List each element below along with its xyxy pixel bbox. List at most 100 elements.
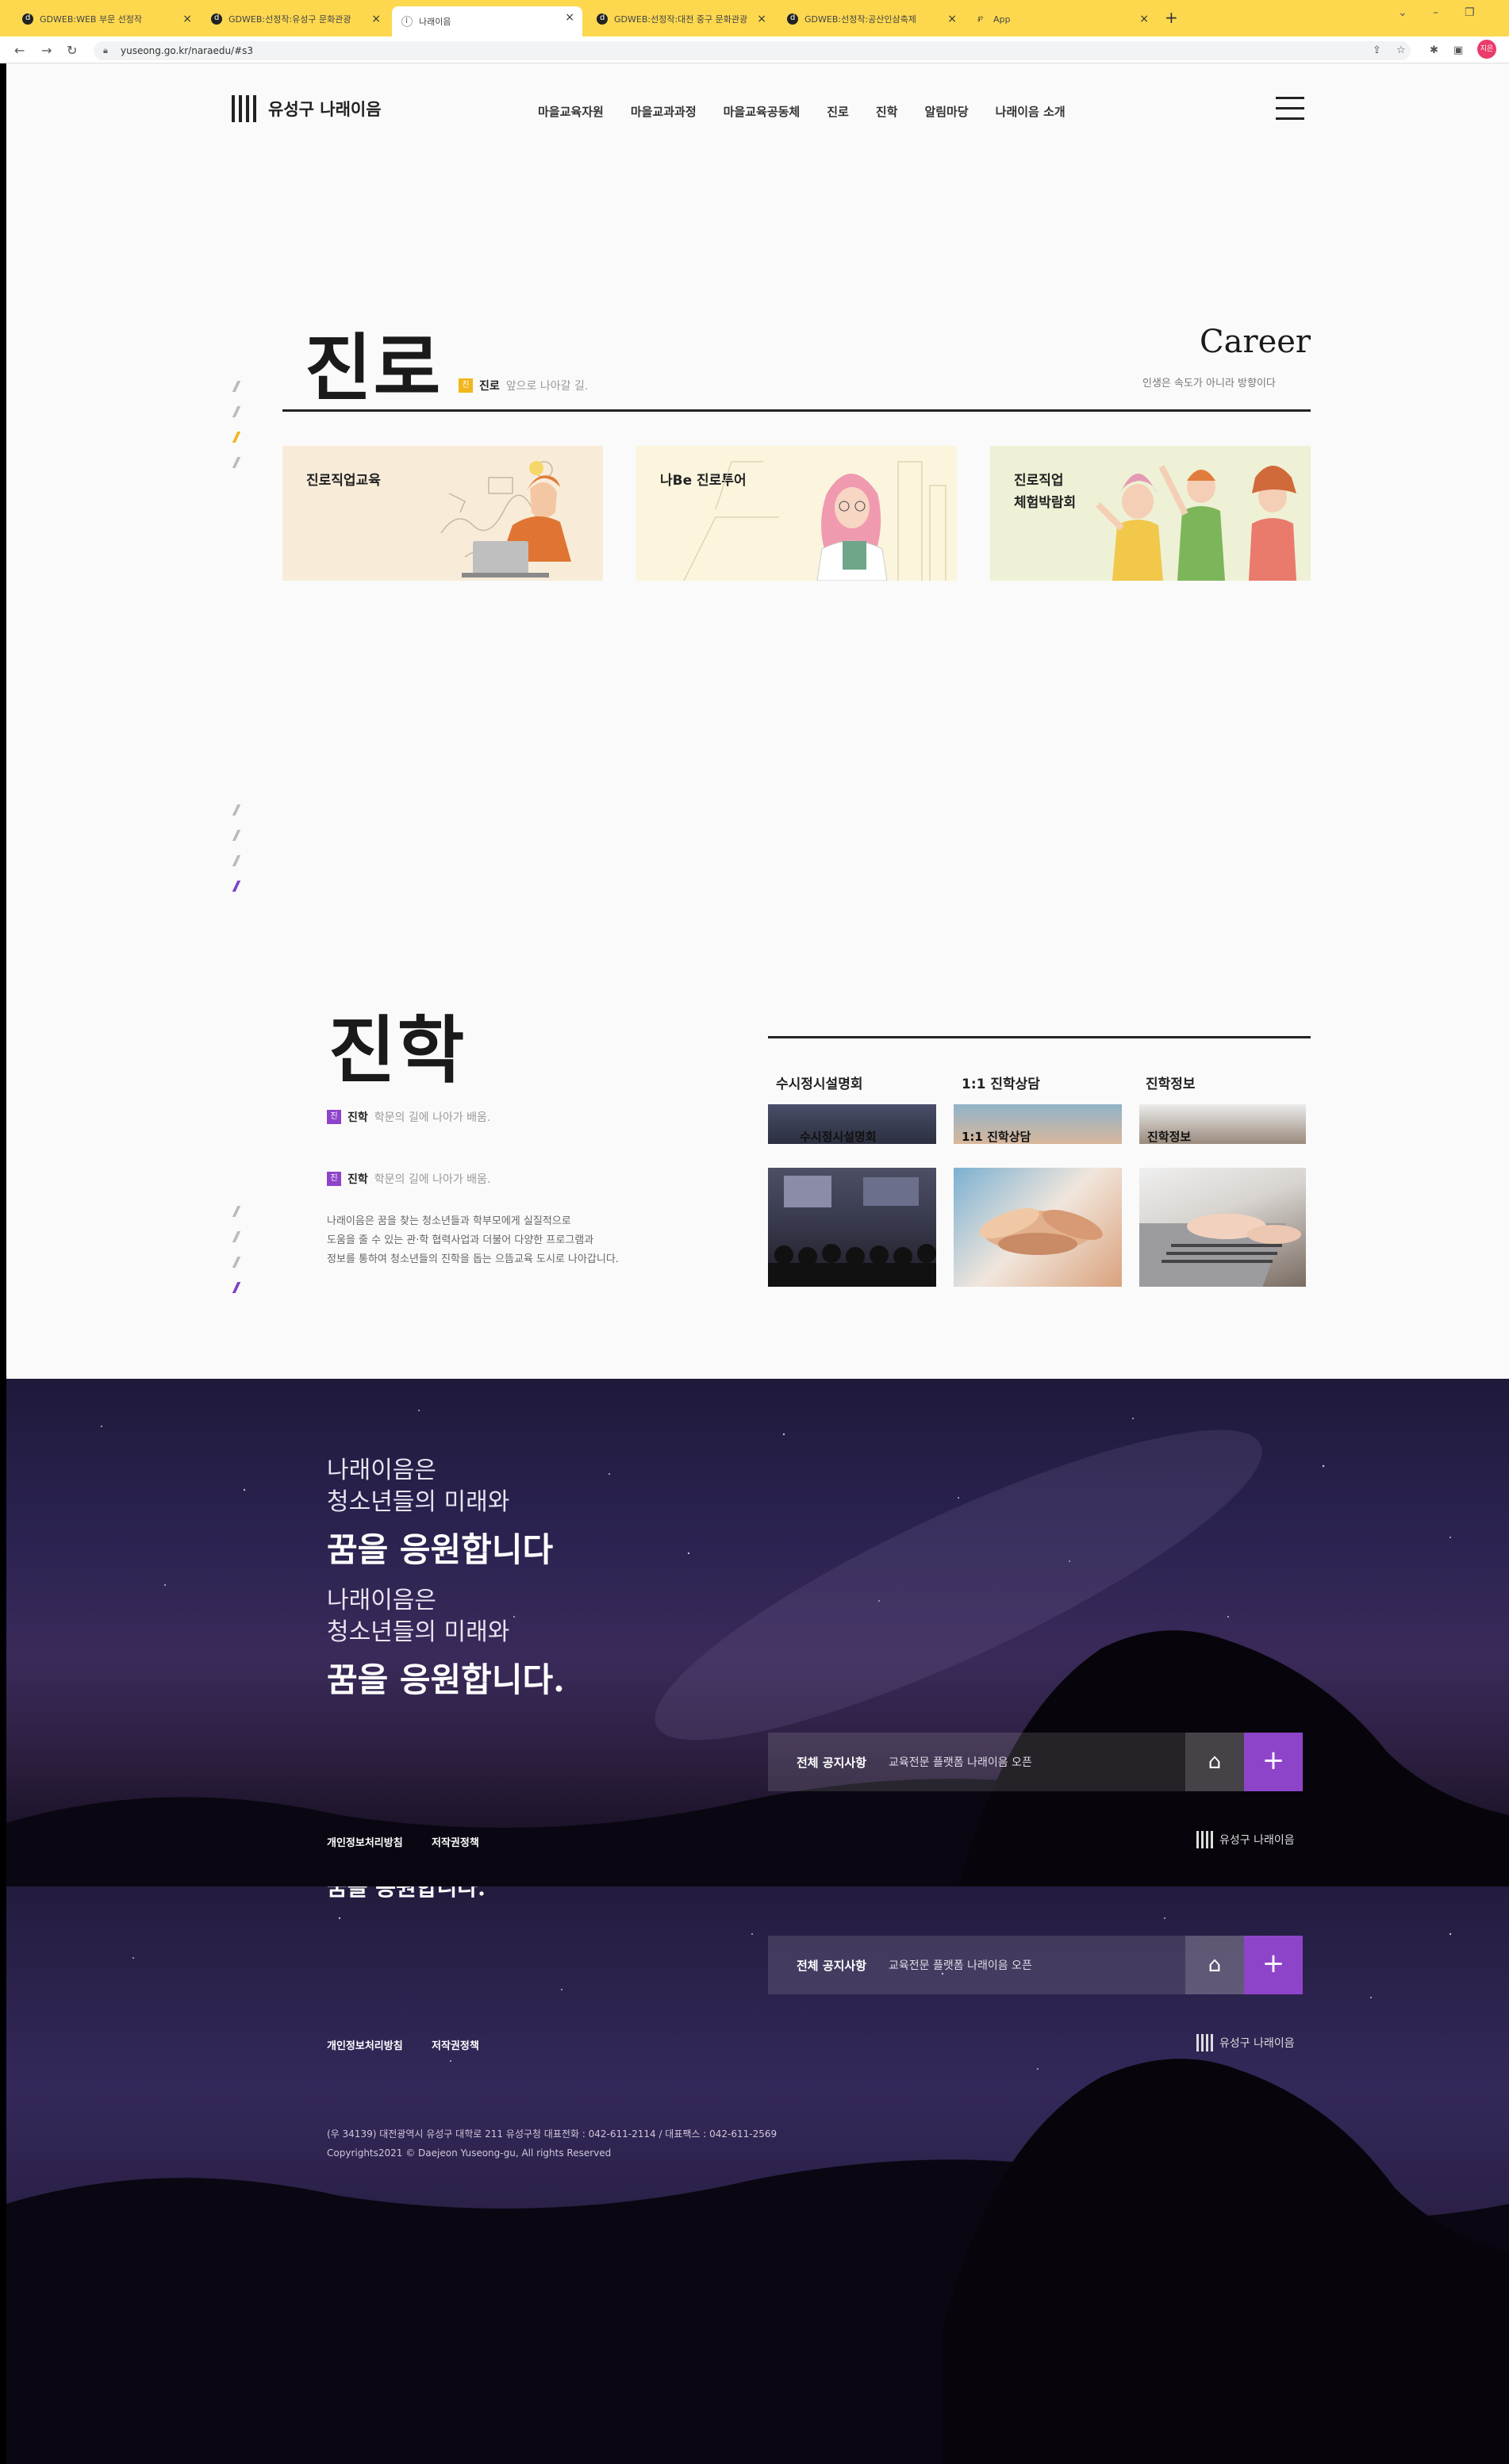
browser-tab[interactable]: GDWEB:선정작:공산인삼축제 ×: [778, 8, 965, 30]
tag-label: 진학: [347, 1111, 368, 1124]
section-indicator-dash-active[interactable]: [232, 1282, 241, 1293]
menu-hamburger-icon[interactable]: [1276, 97, 1304, 121]
nav-item[interactable]: 진로: [827, 103, 849, 120]
browser-tab[interactable]: GDWEB:선정작:대전 중구 문화관광 ×: [587, 8, 774, 30]
section-indicator-dash-active[interactable]: [232, 432, 241, 443]
profile-avatar[interactable]: 지은: [1477, 40, 1496, 59]
section-indicator-dash[interactable]: [232, 406, 241, 417]
photo-strip-counseling[interactable]: 1:1 진학상담: [954, 1104, 1122, 1144]
side-panel-icon[interactable]: ▣: [1453, 44, 1463, 56]
photo-info-session[interactable]: [768, 1168, 936, 1287]
nav-item[interactable]: 마을교육자원: [538, 103, 604, 120]
photo-strip-info-session[interactable]: 수시정시설명회: [768, 1104, 936, 1144]
web-page: 유성구 나래이음 마을교육자원 마을교과과정 마을교육공동체 진로 진학 알림마…: [6, 63, 1509, 2464]
footer-logo[interactable]: 유성구 나래이음: [1196, 2034, 1295, 2051]
extensions-icon[interactable]: ✱: [1430, 44, 1438, 56]
card-nabe-tour[interactable]: 나Be 진로투어: [636, 446, 957, 581]
reload-icon[interactable]: ↻: [67, 43, 77, 58]
footer-logo-text: 유성구 나래이음: [1219, 2037, 1295, 2050]
career-tag: 진 진로 앞으로 나아갈 길.: [459, 378, 588, 393]
illustration-thinking-person: [440, 461, 571, 578]
restore-icon[interactable]: ❐: [1465, 6, 1475, 19]
nav-item[interactable]: 마을교과과정: [631, 103, 697, 120]
minimize-icon[interactable]: –: [1433, 6, 1438, 19]
site-logo[interactable]: 유성구 나래이음: [232, 95, 382, 122]
laptop-typing-image-icon: [1139, 1214, 1301, 1287]
notice-bar[interactable]: 전체 공지사항 교육전문 플랫폼 나래이음 오픈 ⌂ +: [768, 1936, 1303, 1994]
tab-favicon-icon: [22, 13, 33, 25]
browser-tab[interactable]: GDWEB:선정작:유성구 문화관광 ×: [202, 8, 389, 30]
logo-mark-icon: [1196, 1831, 1213, 1848]
notice-text[interactable]: 교육전문 플랫폼 나래이음 오픈: [889, 1957, 1032, 1973]
card-career-education[interactable]: 진로직업교육: [282, 446, 603, 581]
tag-icon: 진: [327, 1110, 341, 1124]
tab-favicon-icon: [976, 13, 987, 25]
browser-tab-active[interactable]: 나래이음 ×: [392, 6, 582, 36]
section-indicator-dash-active[interactable]: [232, 881, 241, 892]
logo-mark-icon: [1196, 2034, 1213, 2051]
tab-favicon-icon: [597, 13, 608, 25]
slogan-emphasis: 꿈을 응원합니다.: [327, 1886, 486, 1901]
footer: 나래이음은 청소년들의 미래와 꿈을 응원합니다 나래이음은 청소년들의 미래와…: [6, 1379, 1509, 1886]
footer-logo[interactable]: 유성구 나래이음: [1196, 1831, 1295, 1848]
forward-icon[interactable]: →: [41, 43, 52, 58]
chevron-down-icon[interactable]: ⌄: [1398, 6, 1407, 19]
new-tab-icon[interactable]: +: [1165, 8, 1178, 27]
tab-label: App: [993, 13, 1011, 25]
description-line: 정보를 통하여 청소년들의 진학을 돕는 으뜸교육 도시로 나아갑니다.: [327, 1253, 619, 1265]
advance-tag: 진 진학 학문의 길에 나아가 배움.: [327, 1109, 490, 1125]
tab-admission-info[interactable]: 진학정보: [1146, 1073, 1196, 1092]
bookmark-star-icon[interactable]: ☆: [1396, 44, 1406, 56]
slogan: 나래이음은 청소년들의 미래와 꿈을 응원합니다: [327, 1455, 553, 1574]
notice-bar[interactable]: 전체 공지사항 교육전문 플랫폼 나래이음 오픈 ⌂ +: [768, 1733, 1303, 1791]
tag-desc: 학문의 길에 나아가 배움.: [374, 1111, 491, 1124]
section-indicator-dash[interactable]: [232, 830, 241, 841]
section-indicator-dash[interactable]: [232, 1257, 241, 1268]
privacy-policy-link[interactable]: 개인정보처리방침: [327, 1834, 403, 1849]
slogan-line: 나래이음은: [327, 1587, 436, 1614]
close-icon[interactable]: ×: [757, 13, 766, 25]
close-icon[interactable]: ×: [182, 13, 192, 25]
browser-tab[interactable]: App ×: [966, 8, 1157, 30]
share-icon[interactable]: ⇪: [1373, 44, 1381, 56]
overlap-label: 진학정보: [1147, 1130, 1192, 1144]
photo-strip-admission-info[interactable]: 진학정보: [1139, 1104, 1306, 1144]
home-icon[interactable]: ⌂: [1185, 1733, 1244, 1791]
tab-counseling[interactable]: 1:1 진학상담: [962, 1073, 1040, 1092]
close-icon[interactable]: ×: [947, 13, 957, 25]
section-indicator-dash[interactable]: [232, 1206, 241, 1217]
nav-item[interactable]: 진학: [876, 103, 898, 120]
tab-label: GDWEB:선정작:대전 중구 문화관광: [614, 14, 748, 25]
advance-title: 진학: [328, 1007, 467, 1093]
career-title-en: Career: [1200, 324, 1311, 360]
description-line: 도움을 줄 수 있는 관·학 협력사업과 더불어 다양한 프로그램과: [327, 1234, 594, 1246]
nav-item[interactable]: 마을교육공동체: [724, 103, 801, 120]
close-icon[interactable]: ×: [565, 11, 574, 24]
section-indicator-dash[interactable]: [232, 855, 241, 866]
overlap-label: 1:1 진학상담: [962, 1130, 1031, 1144]
nav-item[interactable]: 알림마당: [924, 103, 968, 120]
photo-counseling[interactable]: [954, 1168, 1122, 1287]
section-indicator-dash[interactable]: [232, 457, 241, 468]
advance-description: 나래이음은 꿈을 찾는 청소년들과 학부모에게 실질적으로 도움을 줄 수 있는…: [327, 1212, 619, 1269]
home-icon[interactable]: ⌂: [1185, 1936, 1244, 1994]
browser-tab[interactable]: GDWEB:WEB 부문 선정작 ×: [13, 8, 200, 30]
url-field[interactable]: 🔒︎ yuseong.go.kr/naraedu/#s3: [94, 41, 1411, 60]
photo-admission-info[interactable]: [1139, 1168, 1306, 1287]
plus-icon[interactable]: +: [1244, 1936, 1303, 1994]
card-career-expo[interactable]: 진로직업 체험박람회: [990, 446, 1311, 581]
privacy-policy-link[interactable]: 개인정보처리방침: [327, 2037, 403, 2052]
section-indicator-dash[interactable]: [232, 1231, 241, 1242]
copyright-policy-link[interactable]: 저작권정책: [432, 1834, 479, 1849]
section-indicator-dash[interactable]: [232, 381, 241, 392]
tab-info-session[interactable]: 수시정시설명회: [776, 1073, 862, 1092]
plus-icon[interactable]: +: [1244, 1733, 1303, 1791]
close-icon[interactable]: ×: [371, 13, 381, 25]
nav-item[interactable]: 나래이음 소개: [996, 103, 1066, 120]
section-indicator-dash[interactable]: [232, 804, 241, 816]
tab-favicon-icon: [787, 13, 798, 25]
notice-text[interactable]: 교육전문 플랫폼 나래이음 오픈: [889, 1754, 1032, 1770]
back-icon[interactable]: ←: [14, 43, 25, 58]
close-icon[interactable]: ×: [1139, 13, 1149, 25]
copyright-policy-link[interactable]: 저작권정책: [432, 2037, 479, 2052]
